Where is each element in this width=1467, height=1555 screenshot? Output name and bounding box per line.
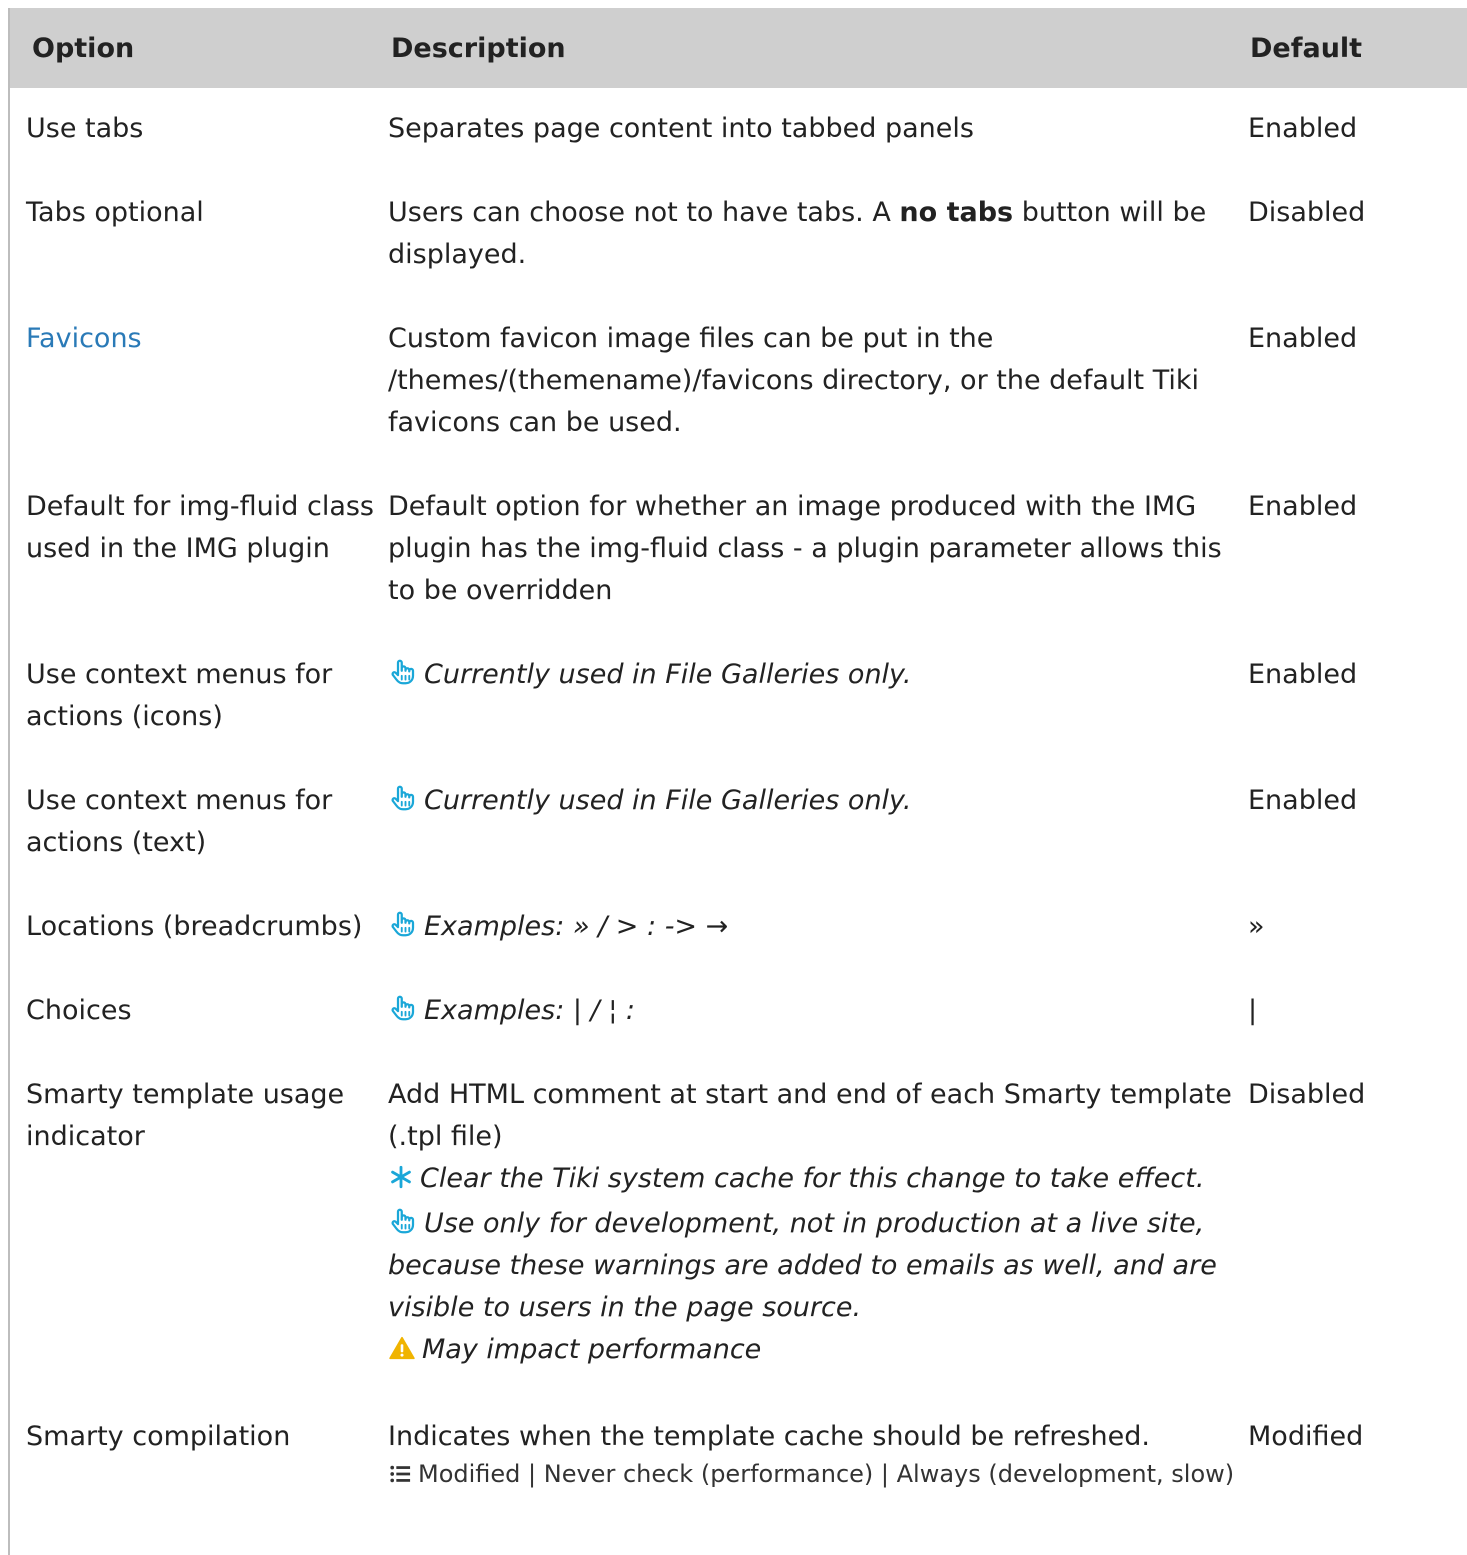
description-cell: Add HTML comment at start and end of eac… [388, 1054, 1248, 1396]
option-cell: Choices [26, 995, 132, 1026]
description-text: Users can choose not to have tabs. A [388, 197, 900, 228]
default-cell: Enabled [1248, 113, 1358, 144]
pointing-hand-icon [388, 909, 418, 939]
default-cell: Disabled [1248, 1079, 1366, 1110]
option-cell: Tabs optional [26, 197, 204, 228]
table-row: Choices Examples: | / ¦ : | [10, 970, 1467, 1054]
table-row: Use context menus for actions (icons) Cu… [10, 634, 1467, 760]
table-row: Locations (breadcrumbs) Examples: » / > … [10, 886, 1467, 970]
pointing-hand-icon [388, 783, 418, 813]
preferences-table: Option Description Default Use tabs Sepa… [10, 8, 1467, 1515]
table-row: Tabs optional Users can choose not to ha… [10, 172, 1467, 298]
cache-note-text: Clear the Tiki system cache for this cha… [420, 1163, 1205, 1194]
description-cell: Examples: | / ¦ : [388, 970, 1248, 1054]
header-default: Default [1248, 8, 1467, 88]
dev-note-text: Use only for development, not in product… [388, 1208, 1217, 1323]
favicons-link[interactable]: Favicons [26, 323, 142, 354]
table-row: Favicons Custom favicon image files can … [10, 298, 1467, 466]
tip-note: Currently used in File Galleries only. [424, 659, 912, 690]
option-cell: Locations (breadcrumbs) [26, 911, 363, 942]
description-cell: Default option for whether an image prod… [388, 491, 1222, 606]
table-header: Option Description Default [10, 8, 1467, 88]
default-cell: Enabled [1248, 785, 1358, 816]
table-row: Default for img-fluid class used in the … [10, 466, 1467, 634]
tip-note: Examples: | / ¦ : [424, 995, 636, 1026]
tip-note: Currently used in File Galleries only. [424, 785, 912, 816]
dev-note: Use only for development, not in product… [388, 1203, 1242, 1329]
preferences-table-container: Option Description Default Use tabs Sepa… [8, 8, 1467, 1555]
option-cell: Use context menus for actions (icons) [26, 659, 333, 732]
list-icon [388, 1461, 412, 1493]
performance-warning-text: May impact performance [422, 1334, 762, 1365]
option-cell: Use context menus for actions (text) [26, 785, 333, 858]
tip-note: Examples: » / > : -> → [424, 911, 729, 942]
description-cell: Examples: » / > : -> → [388, 886, 1248, 970]
default-cell: Enabled [1248, 491, 1358, 522]
default-cell: Disabled [1248, 197, 1366, 228]
option-cell: Smarty compilation [26, 1421, 291, 1452]
description-cell: Currently used in File Galleries only. [388, 760, 1248, 886]
pointing-hand-icon [388, 1206, 418, 1236]
description-cell: Separates page content into tabbed panel… [388, 113, 974, 144]
table-row: Use tabs Separates page content into tab… [10, 88, 1467, 172]
default-cell: » [1248, 911, 1265, 942]
option-cell: Favicons [10, 298, 388, 466]
default-cell: Modified [1248, 1421, 1364, 1452]
option-cell: Default for img-fluid class used in the … [26, 491, 374, 564]
description-cell: Custom favicon image files can be put in… [388, 323, 1200, 438]
asterisk-icon [388, 1161, 414, 1203]
default-cell: | [1248, 995, 1258, 1026]
choices-list: Modified | Never check (performance) | A… [388, 1458, 1242, 1493]
description-cell: Indicates when the template cache should… [388, 1396, 1248, 1515]
default-cell: Enabled [1248, 323, 1358, 354]
choices-text: Modified | Never check (performance) | A… [418, 1460, 1235, 1488]
cache-note: Clear the Tiki system cache for this cha… [388, 1158, 1242, 1203]
description-bold-text: no tabs [899, 197, 1014, 228]
option-cell: Use tabs [26, 113, 144, 144]
warning-icon [388, 1332, 416, 1374]
header-option: Option [10, 8, 388, 88]
table-row: Smarty template usage indicator Add HTML… [10, 1054, 1467, 1396]
header-description: Description [388, 8, 1248, 88]
description-text: Indicates when the template cache should… [388, 1421, 1150, 1452]
description-cell: Users can choose not to have tabs. A no … [388, 172, 1248, 298]
performance-warning: May impact performance [388, 1329, 1242, 1374]
table-row: Use context menus for actions (text) Cur… [10, 760, 1467, 886]
option-cell: Smarty template usage indicator [26, 1079, 345, 1152]
description-text: Add HTML comment at start and end of eac… [388, 1079, 1232, 1152]
pointing-hand-icon [388, 657, 418, 687]
pointing-hand-icon [388, 993, 418, 1023]
table-row: Smarty compilation Indicates when the te… [10, 1396, 1467, 1515]
description-cell: Currently used in File Galleries only. [388, 634, 1248, 760]
default-cell: Enabled [1248, 659, 1358, 690]
